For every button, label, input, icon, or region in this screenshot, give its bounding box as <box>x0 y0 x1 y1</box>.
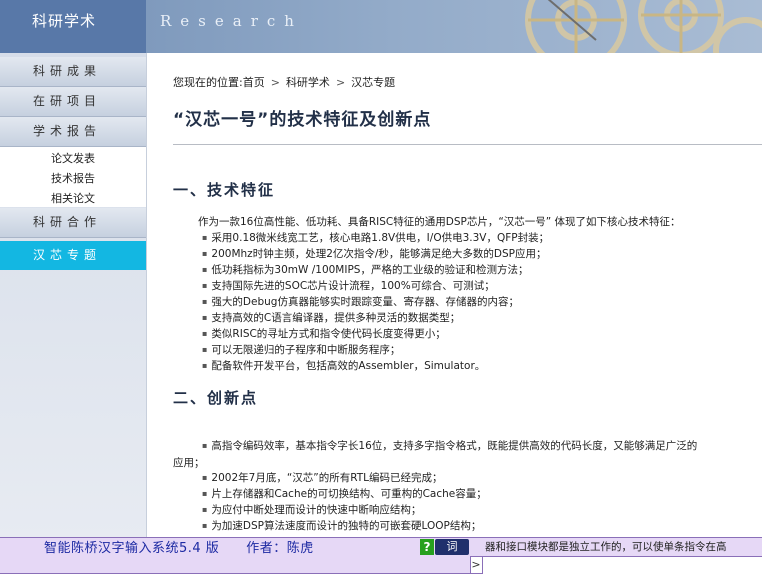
sidebar: 科研成果 在研项目 学术报告 论文发表 技术报告 相关论文 科研合作 汉芯专题 <box>0 53 146 540</box>
list-item: 类似RISC的寻址方式和指令使代码长度变得更小； <box>202 326 549 342</box>
partial-line: 器和接口模块都是独立工作的，可以使单条指令在高 <box>485 541 727 553</box>
banner-text: Research <box>160 12 303 30</box>
list-item: 支持国际先进的SOC芯片设计流程，100%可综合、可测试； <box>202 278 549 294</box>
main-content: 您现在的位置:首页 > 科研学术 > 汉芯专题 “汉芯一号”的技术特征及创新点 一、技术… <box>146 53 762 540</box>
list-item: 可以无限递归的子程序和中断服务程序； <box>202 342 549 358</box>
sidebar-item-research-results[interactable]: 科研成果 <box>0 57 146 87</box>
brand-block: 科研学术 <box>0 0 146 53</box>
help-icon[interactable]: ? <box>420 539 434 555</box>
sidebar-item-label: 科研合作 <box>33 215 102 229</box>
chevron-right-icon: > <box>270 76 280 89</box>
list-item-text: 高指令编码效率，基本指令字长16位，支持多字指令格式，既能提供高效的代码长度，又… <box>211 440 698 452</box>
breadcrumb: 您现在的位置:首页 > 科研学术 > 汉芯专题 <box>173 74 395 90</box>
sidebar-item-ongoing-projects[interactable]: 在研项目 <box>0 87 146 117</box>
dictionary-icon[interactable]: 词 <box>435 539 469 555</box>
list-item: 采用0.18微米线宽工艺，核心电路1.8V供电，I/O供电3.3V，QFP封装； <box>202 230 549 246</box>
list-item: 支持高效的C语言编译器，提供多种灵活的数据类型； <box>202 310 549 326</box>
list-item: 200Mhz时钟主频，处理2亿次指令/秒，能够满足绝大多数的DSP应用； <box>202 246 549 262</box>
ime-toolbar: 智能陈桥汉字输入系统5.4 版 作者：陈虎 ? 词 器和接口模块都是独立工作的，… <box>0 537 762 575</box>
sidebar-item-academic-reports[interactable]: 学术报告 <box>0 117 146 147</box>
sidebar-item-label: 在研项目 <box>33 94 102 108</box>
sidebar-item-label: 汉芯专题 <box>33 248 102 262</box>
chevron-right-icon: > <box>335 76 346 89</box>
research-banner: Research <box>146 0 762 53</box>
sidebar-subitem-tech-reports[interactable]: 技术报告 <box>51 170 95 186</box>
sidebar-sub-list: 论文发表 技术报告 相关论文 <box>0 147 146 207</box>
ime-title-bar[interactable]: 智能陈桥汉字输入系统5.4 版 作者：陈虎 ? 词 器和接口模块都是独立工作的，… <box>0 537 762 557</box>
list-item: 为应付中断处理而设计的快速中断响应结构； <box>202 502 697 518</box>
features-list: 采用0.18微米线宽工艺，核心电路1.8V供电，I/O供电3.3V，QFP封装；… <box>202 230 549 374</box>
list-item: 强大的Debug仿真器能够实时跟踪变量、寄存器、存储器的内容； <box>202 294 549 310</box>
list-item: 配备软件开发平台，包括高效的Assembler，Simulator。 <box>202 358 549 374</box>
chevron-right-icon[interactable]: > <box>470 556 483 574</box>
site-header: 科研学术 Research <box>0 0 762 53</box>
sidebar-subitem-papers[interactable]: 论文发表 <box>51 150 95 166</box>
sidebar-subitem-related-papers[interactable]: 相关论文 <box>51 190 95 206</box>
list-item-continuation: 应用； <box>173 457 205 469</box>
breadcrumb-current: 汉芯专题 <box>351 76 396 89</box>
gears-icon <box>525 0 762 53</box>
list-item: 2002年7月底，“汉芯”的所有RTL编码已经完成； <box>202 470 697 486</box>
innovations-list: 高指令编码效率，基本指令字长16位，支持多字指令格式，既能提供高效的代码长度，又… <box>202 438 697 534</box>
list-item: 低功耗指标为30mW /100MIPS，严格的工业级的验证和检测方法； <box>202 262 549 278</box>
list-item: 为加速DSP算法速度而设计的独特的可嵌套硬LOOP结构； <box>202 518 697 534</box>
dictionary-label: 词 <box>446 540 458 553</box>
section-heading-innovations: 二、创新点 <box>173 389 259 407</box>
ime-input-bar[interactable] <box>0 556 471 574</box>
sidebar-item-label: 学术报告 <box>33 124 102 138</box>
breadcrumb-research[interactable]: 科研学术 <box>286 76 330 89</box>
list-item: 片上存储器和Cache的可切换结构、可重构的Cache容量； <box>202 486 697 502</box>
ime-icon-group: ? 词 <box>420 539 469 555</box>
sidebar-item-hanxin[interactable]: 汉芯专题 <box>0 241 146 270</box>
features-intro: 作为一款16位高性能、低功耗、具备RISC特征的通用DSP芯片，“汉芯一号” 体… <box>198 216 681 228</box>
brand-title: 科研学术 <box>32 12 97 30</box>
ime-title: 智能陈桥汉字输入系统5.4 版 作者：陈虎 <box>44 541 314 556</box>
sidebar-item-cooperation[interactable]: 科研合作 <box>0 208 146 238</box>
title-divider <box>173 144 762 145</box>
list-item: 高指令编码效率，基本指令字长16位，支持多字指令格式，既能提供高效的代码长度，又… <box>202 438 697 470</box>
breadcrumb-prefix: 您现在的位置: <box>173 76 243 89</box>
page-title: “汉芯一号”的技术特征及创新点 <box>173 110 432 130</box>
sidebar-item-label: 科研成果 <box>33 64 102 78</box>
breadcrumb-home[interactable]: 首页 <box>243 76 265 89</box>
section-heading-features: 一、技术特征 <box>173 181 276 199</box>
